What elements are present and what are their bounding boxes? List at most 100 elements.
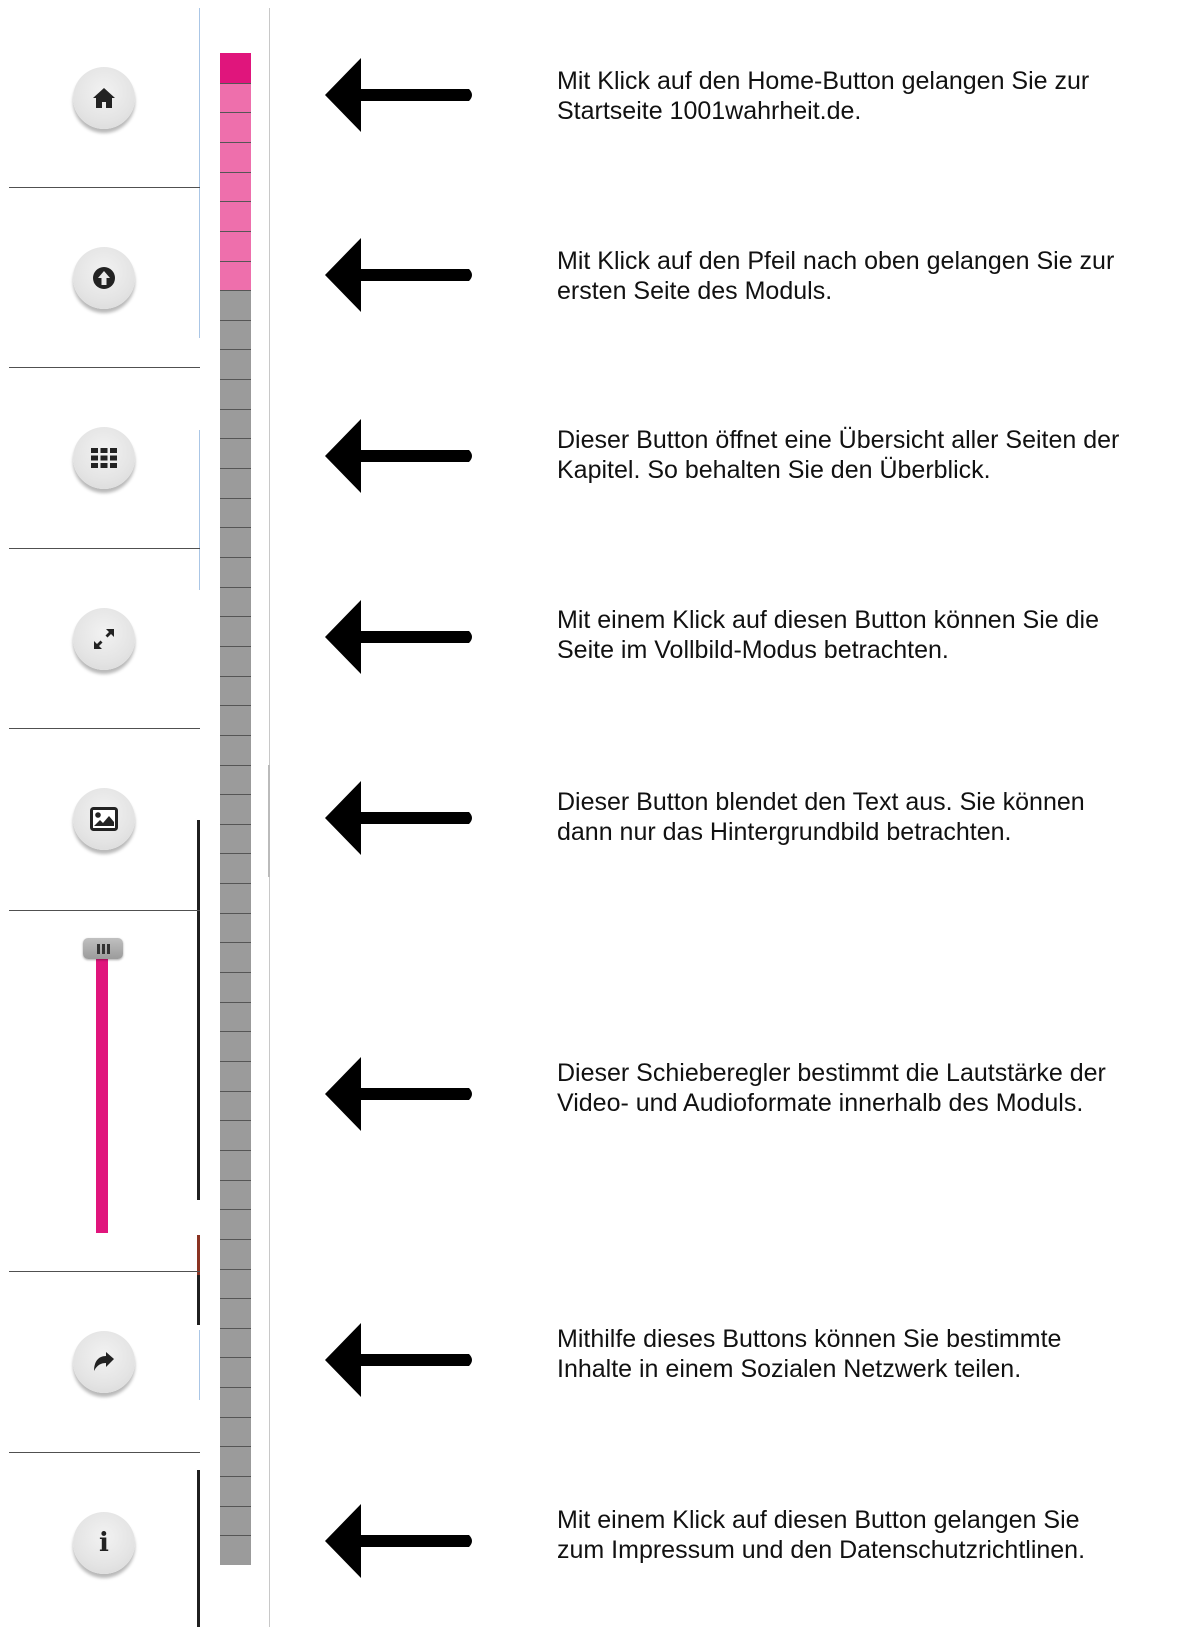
sidebar-separator [9,367,200,368]
sidebar-border [199,1330,200,1400]
progress-segment[interactable] [220,1209,251,1239]
progress-segment[interactable] [220,319,251,350]
progress-segment[interactable] [220,823,251,854]
progress-segment[interactable] [220,497,251,528]
progress-divider [220,883,251,885]
page-overview-button[interactable] [73,427,135,489]
imprint-button[interactable]: i [73,1512,135,1574]
progress-segment[interactable] [220,438,251,469]
progress-segment[interactable] [220,171,251,202]
progress-divider [220,112,251,114]
progress-divider [220,1298,251,1300]
volume-slider-handle[interactable] [83,938,123,959]
info-icon: i [99,1528,109,1558]
progress-divider [220,764,251,766]
progress-divider [220,349,251,351]
progress-segment[interactable] [220,1416,251,1447]
progress-segment[interactable] [220,1446,251,1477]
hide-text-button[interactable] [73,788,135,850]
progress-segment[interactable] [220,557,251,587]
progress-segment[interactable] [220,349,251,380]
progress-divider [220,290,251,292]
progress-segment[interactable] [220,1031,251,1061]
progress-divider [220,912,251,914]
progress-segment[interactable] [220,1298,251,1328]
sidebar-separator [9,910,200,911]
volume-slider[interactable] [96,955,108,1233]
progress-segment[interactable] [220,260,251,291]
volume-slider-description: Dieser Schieberegler bestimmt die Lautst… [557,1059,1106,1117]
progress-divider [220,853,251,855]
progress-segment[interactable] [220,468,251,498]
progress-segment[interactable] [220,1238,251,1269]
progress-segment[interactable] [220,230,251,261]
progress-segment[interactable] [220,141,251,172]
progress-segment[interactable] [220,1505,251,1536]
progress-segment[interactable] [220,290,251,320]
sidebar-border [197,820,200,1200]
progress-segment[interactable] [220,675,251,706]
arrow-up-circle-icon [92,266,116,290]
progress-segment[interactable] [220,1179,251,1210]
progress-segment[interactable] [220,705,251,735]
progress-segment[interactable] [220,1061,251,1091]
sidebar-separator [9,1271,200,1272]
progress-divider [220,645,251,647]
progress-segment[interactable] [220,1120,251,1150]
hide-text-button-description: Dieser Button blendet den Text aus. Sie … [557,788,1085,846]
progress-segment[interactable] [220,53,251,83]
progress-segment[interactable] [220,1268,251,1299]
progress-segment[interactable] [220,883,251,913]
progress-segment[interactable] [220,1001,251,1032]
sidebar-border [197,1235,200,1275]
progress-divider [220,141,251,143]
progress-segment[interactable] [220,616,251,646]
progress-divider [220,468,251,470]
progress-segment[interactable] [220,527,251,557]
share-button[interactable] [73,1331,135,1393]
progress-segment[interactable] [220,645,251,676]
left-arrow-icon [325,1057,475,1131]
sidebar-border [197,1470,200,1627]
progress-segment[interactable] [220,1476,251,1506]
progress-segment[interactable] [220,1090,251,1121]
progress-segment[interactable] [220,1535,251,1565]
progress-segment[interactable] [220,112,251,142]
sidebar-separator [9,1452,200,1453]
progress-segment[interactable] [220,972,251,1002]
progress-divider [220,1149,251,1151]
progress-segment[interactable] [220,408,251,439]
progress-segment[interactable] [220,82,251,113]
progress-segment[interactable] [220,734,251,765]
progress-divider [220,1357,251,1359]
progress-segment[interactable] [220,1149,251,1180]
image-icon [90,807,118,831]
progress-segment[interactable] [220,853,251,884]
progress-divider [220,734,251,736]
progress-segment[interactable] [220,794,251,824]
progress-divider [220,1387,251,1389]
progress-divider [220,497,251,499]
progress-segment[interactable] [220,201,251,231]
sidebar-border [199,430,200,590]
progress-segment[interactable] [220,942,251,973]
grid-icon [91,448,117,468]
progress-divider [220,379,251,381]
progress-divider [220,260,251,262]
progress-divider [220,1090,251,1092]
progress-divider [220,438,251,440]
progress-segment[interactable] [220,1387,251,1417]
first-page-button[interactable] [73,247,135,309]
progress-segment[interactable] [220,764,251,795]
progress-segment[interactable] [220,912,251,943]
progress-segment[interactable] [220,1327,251,1358]
progress-segment[interactable] [220,379,251,409]
progress-segment[interactable] [220,586,251,617]
sidebar-separator [9,548,200,549]
progress-divider [220,171,251,173]
fullscreen-button[interactable] [73,608,135,670]
progress-segment[interactable] [220,1357,251,1388]
home-button[interactable] [73,67,135,129]
progress-divider [220,557,251,558]
progress-divider [220,705,251,707]
